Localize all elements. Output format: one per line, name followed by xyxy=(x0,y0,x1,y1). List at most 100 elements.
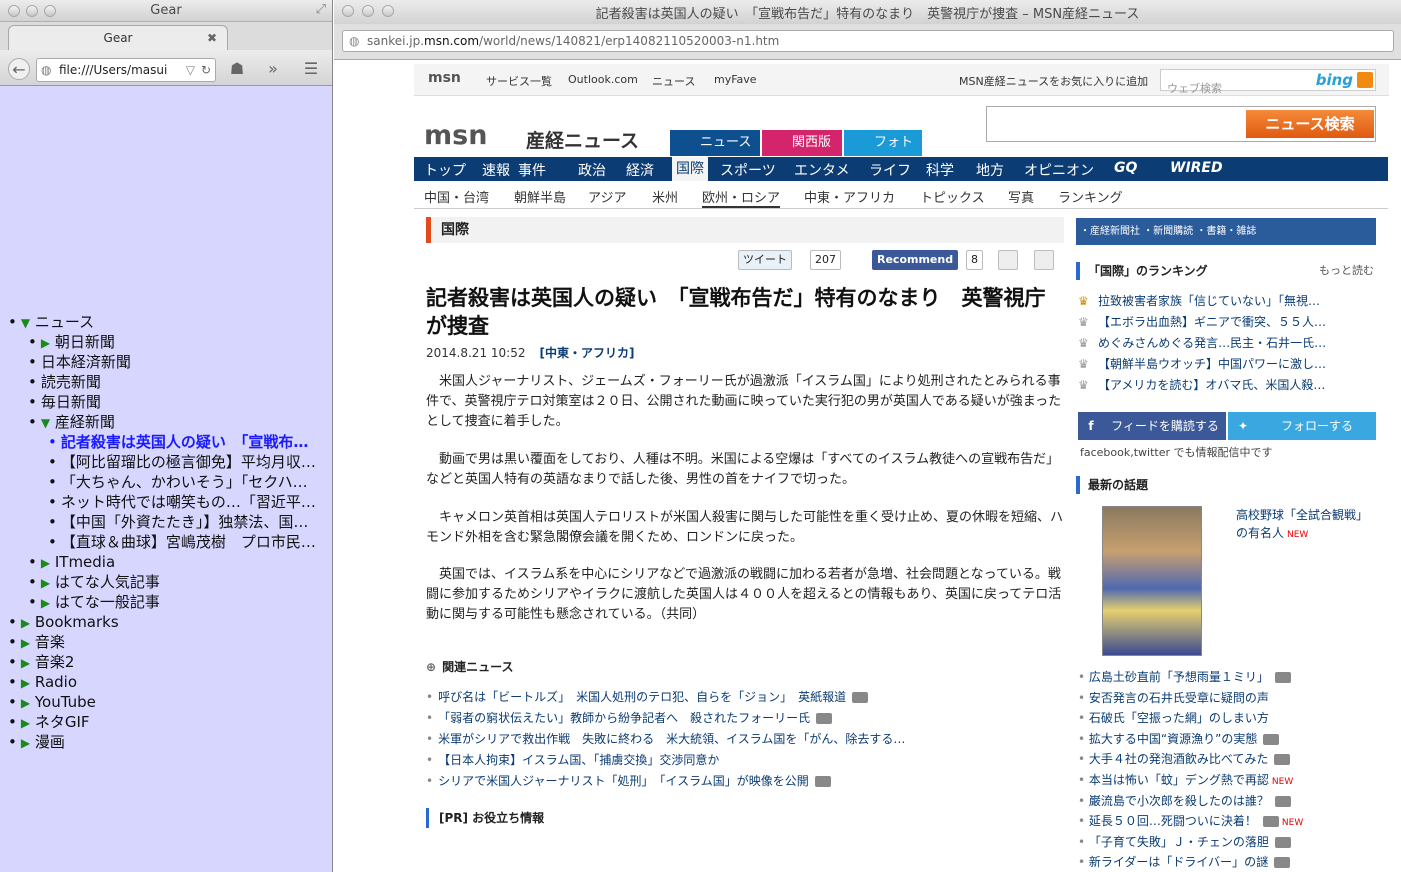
ranking-link[interactable]: 拉致被害者家族「信じていない」「無視… xyxy=(1098,294,1320,308)
bookmark-icon[interactable] xyxy=(998,250,1018,270)
collapsed-triangle-icon[interactable]: ▶ xyxy=(21,733,35,753)
tab-kansai[interactable]: 関西版 xyxy=(762,130,842,156)
gnav-item[interactable]: ライフ xyxy=(869,160,911,180)
gnav-item[interactable]: 速報 xyxy=(482,160,510,180)
ranking-link[interactable]: 【朝鮮半島ウオッチ】中国パワーに激し… xyxy=(1098,357,1326,371)
related-news-item[interactable]: • 「弱者の窮状伝えたい」教師から紛争記者へ 殺されたフォーリー氏 xyxy=(426,709,833,726)
tree-node[interactable]: • ▶ ITmedia xyxy=(0,552,333,572)
reload-icon[interactable]: ↻ xyxy=(201,59,211,81)
subnav-item[interactable]: 中東・アフリカ xyxy=(804,187,895,206)
collapsed-triangle-icon[interactable]: ▶ xyxy=(21,713,35,733)
gnav-item[interactable]: GQ xyxy=(1114,160,1137,176)
msn-link-news[interactable]: ニュース xyxy=(652,73,695,89)
ranking-link[interactable]: めぐみさんめぐる発言…民主・石井一氏… xyxy=(1098,336,1326,350)
feature-link[interactable]: 高校野球「全試合観戦」の有名人 NEW xyxy=(1236,506,1376,544)
ranking-item[interactable]: ♛ 【アメリカを読む】オバマ氏、米国人殺… xyxy=(1078,376,1374,393)
msn-small-logo[interactable]: msn xyxy=(428,70,461,86)
gnav-item[interactable]: WIRED xyxy=(1170,160,1223,176)
related-news-link[interactable]: 「弱者の窮状伝えたい」教師から紛争記者へ 殺されたフォーリー氏 xyxy=(438,711,810,725)
msn-link-outlook[interactable]: Outlook.com xyxy=(568,73,638,86)
tree-node[interactable]: • 読売新聞 xyxy=(0,372,333,392)
collapsed-triangle-icon[interactable]: ▶ xyxy=(41,553,55,573)
tree-node[interactable]: • ▶ 朝日新聞 xyxy=(0,332,333,352)
ranking-item[interactable]: ♛ 拉致被害者家族「信じていない」「無視… xyxy=(1078,292,1374,309)
related-news-link[interactable]: 呼び名は「ビートルズ」 米国人処刑のテロ犯、自らを「ジョン」 英紙報道 xyxy=(438,690,846,704)
sankei-news-logo[interactable]: 産経ニュース xyxy=(526,126,639,153)
ranking-item[interactable]: ♛ 【朝鮮半島ウオッチ】中国パワーに激し… xyxy=(1078,355,1374,372)
related-news-item[interactable]: • シリアで米国人ジャーナリスト「処刑」 「イスラム国」が映像を公開 xyxy=(426,772,831,789)
recommend-button[interactable]: Recommend xyxy=(872,250,959,270)
tree-node[interactable]: • ▶ YouTube xyxy=(0,692,333,712)
topic-item[interactable]: • 巌流島で小次郎を殺したのは誰？ xyxy=(1078,792,1291,809)
topic-link[interactable]: 巌流島で小次郎を殺したのは誰？ xyxy=(1089,794,1269,808)
subnav-item[interactable]: トピックス xyxy=(920,187,985,206)
topic-item[interactable]: • 安否発言の石井氏受章に疑問の声 xyxy=(1078,689,1269,706)
tree-node[interactable]: • ▼ 産経新聞 xyxy=(0,412,333,432)
tree-node[interactable]: • ▶ はてな一般記事 xyxy=(0,592,333,612)
overflow-icon[interactable]: » xyxy=(262,58,284,80)
topic-item[interactable]: • 新ライダーは「ドライバー」の謎 xyxy=(1078,853,1291,870)
fullscreen-icon[interactable]: ⤢ xyxy=(316,2,326,17)
collapsed-triangle-icon[interactable]: ▶ xyxy=(41,573,55,593)
facebook-follow-button[interactable]: f フィードを購読する xyxy=(1078,412,1226,440)
topic-link[interactable]: 新ライダーは「ドライバー」の謎 xyxy=(1089,855,1268,869)
topic-item[interactable]: • 石破氏「空振った網」のしまい方 xyxy=(1078,709,1269,726)
url-bar[interactable]: ◍ sankei.jp.msn.com/world/news/140821/er… xyxy=(342,30,1394,52)
ranking-item[interactable]: ♛ 【エボラ出血熱】ギニアで衝突、５５人… xyxy=(1078,313,1374,330)
topic-item[interactable]: • 拡大する中国“資源漁り”の実態 xyxy=(1078,730,1280,747)
topic-item[interactable]: • 大手４社の発泡酒飲み比べてみた xyxy=(1078,750,1291,767)
tree-node[interactable]: • 日本経済新聞 xyxy=(0,352,333,372)
feature-photo[interactable] xyxy=(1102,506,1202,656)
expanded-triangle-icon[interactable]: ▼ xyxy=(41,413,55,433)
related-news-item[interactable]: • 呼び名は「ビートルズ」 米国人処刑のテロ犯、自らを「ジョン」 英紙報道 xyxy=(426,688,869,705)
related-news-item[interactable]: • 米軍がシリアで救出作戦 失敗に終わる 米大統領、イスラム国を「がん、除去する… xyxy=(426,730,905,747)
subnav-item[interactable]: 欧州・ロシア xyxy=(702,187,781,208)
gnav-item[interactable]: オピニオン xyxy=(1024,160,1094,180)
tree-node[interactable]: • ▶ 音楽 xyxy=(0,632,333,652)
related-news-link[interactable]: シリアで米国人ジャーナリスト「処刑」 「イスラム国」が映像を公開 xyxy=(438,774,809,788)
news-search-button[interactable]: ニュース検索 xyxy=(1246,110,1374,138)
collapsed-triangle-icon[interactable]: ▶ xyxy=(41,593,55,613)
related-news-link[interactable]: 【日本人拘束】イスラム国、「捕虜交換」交渉同意か xyxy=(438,753,719,767)
add-favorite-link[interactable]: MSN産経ニュースをお気に入りに追加 xyxy=(959,73,1148,89)
menu-icon[interactable]: ☰ xyxy=(300,58,322,80)
web-search-input[interactable]: ウェブ検索 bing xyxy=(1160,69,1376,95)
related-news-link[interactable]: 米軍がシリアで救出作戦 失敗に終わる 米大統領、イスラム国を「がん、除去する… xyxy=(438,732,905,746)
topic-link[interactable]: 拡大する中国“資源漁り”の実態 xyxy=(1089,732,1257,746)
search-icon[interactable] xyxy=(1357,72,1373,88)
topic-item[interactable]: • 本当は怖い「蚊」デング熱で再認 NEW xyxy=(1078,771,1293,788)
ranking-link[interactable]: 【エボラ出血熱】ギニアで衝突、５５人… xyxy=(1098,315,1326,329)
tab-photo[interactable]: フォト xyxy=(844,130,922,156)
gnav-item[interactable]: 科学 xyxy=(926,160,954,180)
msn-link-myfave[interactable]: myFave xyxy=(714,73,757,86)
tab-gear[interactable]: Gear ✖ xyxy=(8,25,228,50)
subnav-item[interactable]: アジア xyxy=(588,187,626,206)
gnav-item[interactable]: 政治 xyxy=(578,160,606,180)
tab-close-icon[interactable]: ✖ xyxy=(207,26,217,50)
article-category[interactable]: [中東・アフリカ] xyxy=(539,346,634,360)
tree-node[interactable]: • 【直球＆曲球】宮嶋茂樹 プロ市民… xyxy=(0,532,333,552)
subnav-item[interactable]: 米州 xyxy=(652,187,678,206)
collapsed-triangle-icon[interactable]: ▶ xyxy=(21,693,35,713)
msn-logo[interactable]: msn xyxy=(424,120,487,151)
tree-node[interactable]: • ▶ ネタGIF xyxy=(0,712,333,732)
collapsed-triangle-icon[interactable]: ▶ xyxy=(21,613,35,633)
addon-icon[interactable]: ☗ xyxy=(226,58,248,80)
tree-node[interactable]: • ▶ Bookmarks xyxy=(0,612,333,632)
topic-item[interactable]: • 延長５０回…死闘ついに決着！ NEW xyxy=(1078,812,1303,829)
dropdown-icon[interactable]: ▽ xyxy=(186,59,195,81)
topic-link[interactable]: 安否発言の石井氏受章に疑問の声 xyxy=(1089,691,1269,705)
topic-link[interactable]: 広島土砂直前「予想雨量１ミリ」 xyxy=(1089,670,1269,684)
ranking-more-link[interactable]: もっと読む xyxy=(1319,262,1374,280)
gnav-item[interactable]: 事件 xyxy=(518,160,546,180)
tree-node[interactable]: • ▼ ニュース xyxy=(0,312,333,332)
gnav-item[interactable]: 経済 xyxy=(626,160,654,180)
topic-link[interactable]: 延長５０回…死闘ついに決着！ xyxy=(1089,814,1257,828)
sankei-banner[interactable]: ・産経新聞社 ・新聞購読 ・書籍・雑誌 xyxy=(1076,218,1376,245)
msn-link-services[interactable]: サービス一覧 xyxy=(486,73,552,89)
collapsed-triangle-icon[interactable]: ▶ xyxy=(21,633,35,653)
tree-node[interactable]: • ネット時代では嘲笑もの…「習近平… xyxy=(0,492,333,512)
subnav-item[interactable]: 中国・台湾 xyxy=(424,187,489,206)
topic-link[interactable]: 「子育て失敗」Ｊ・チェンの落胆 xyxy=(1089,835,1269,849)
topic-link[interactable]: 本当は怖い「蚊」デング熱で再認 xyxy=(1089,773,1269,787)
